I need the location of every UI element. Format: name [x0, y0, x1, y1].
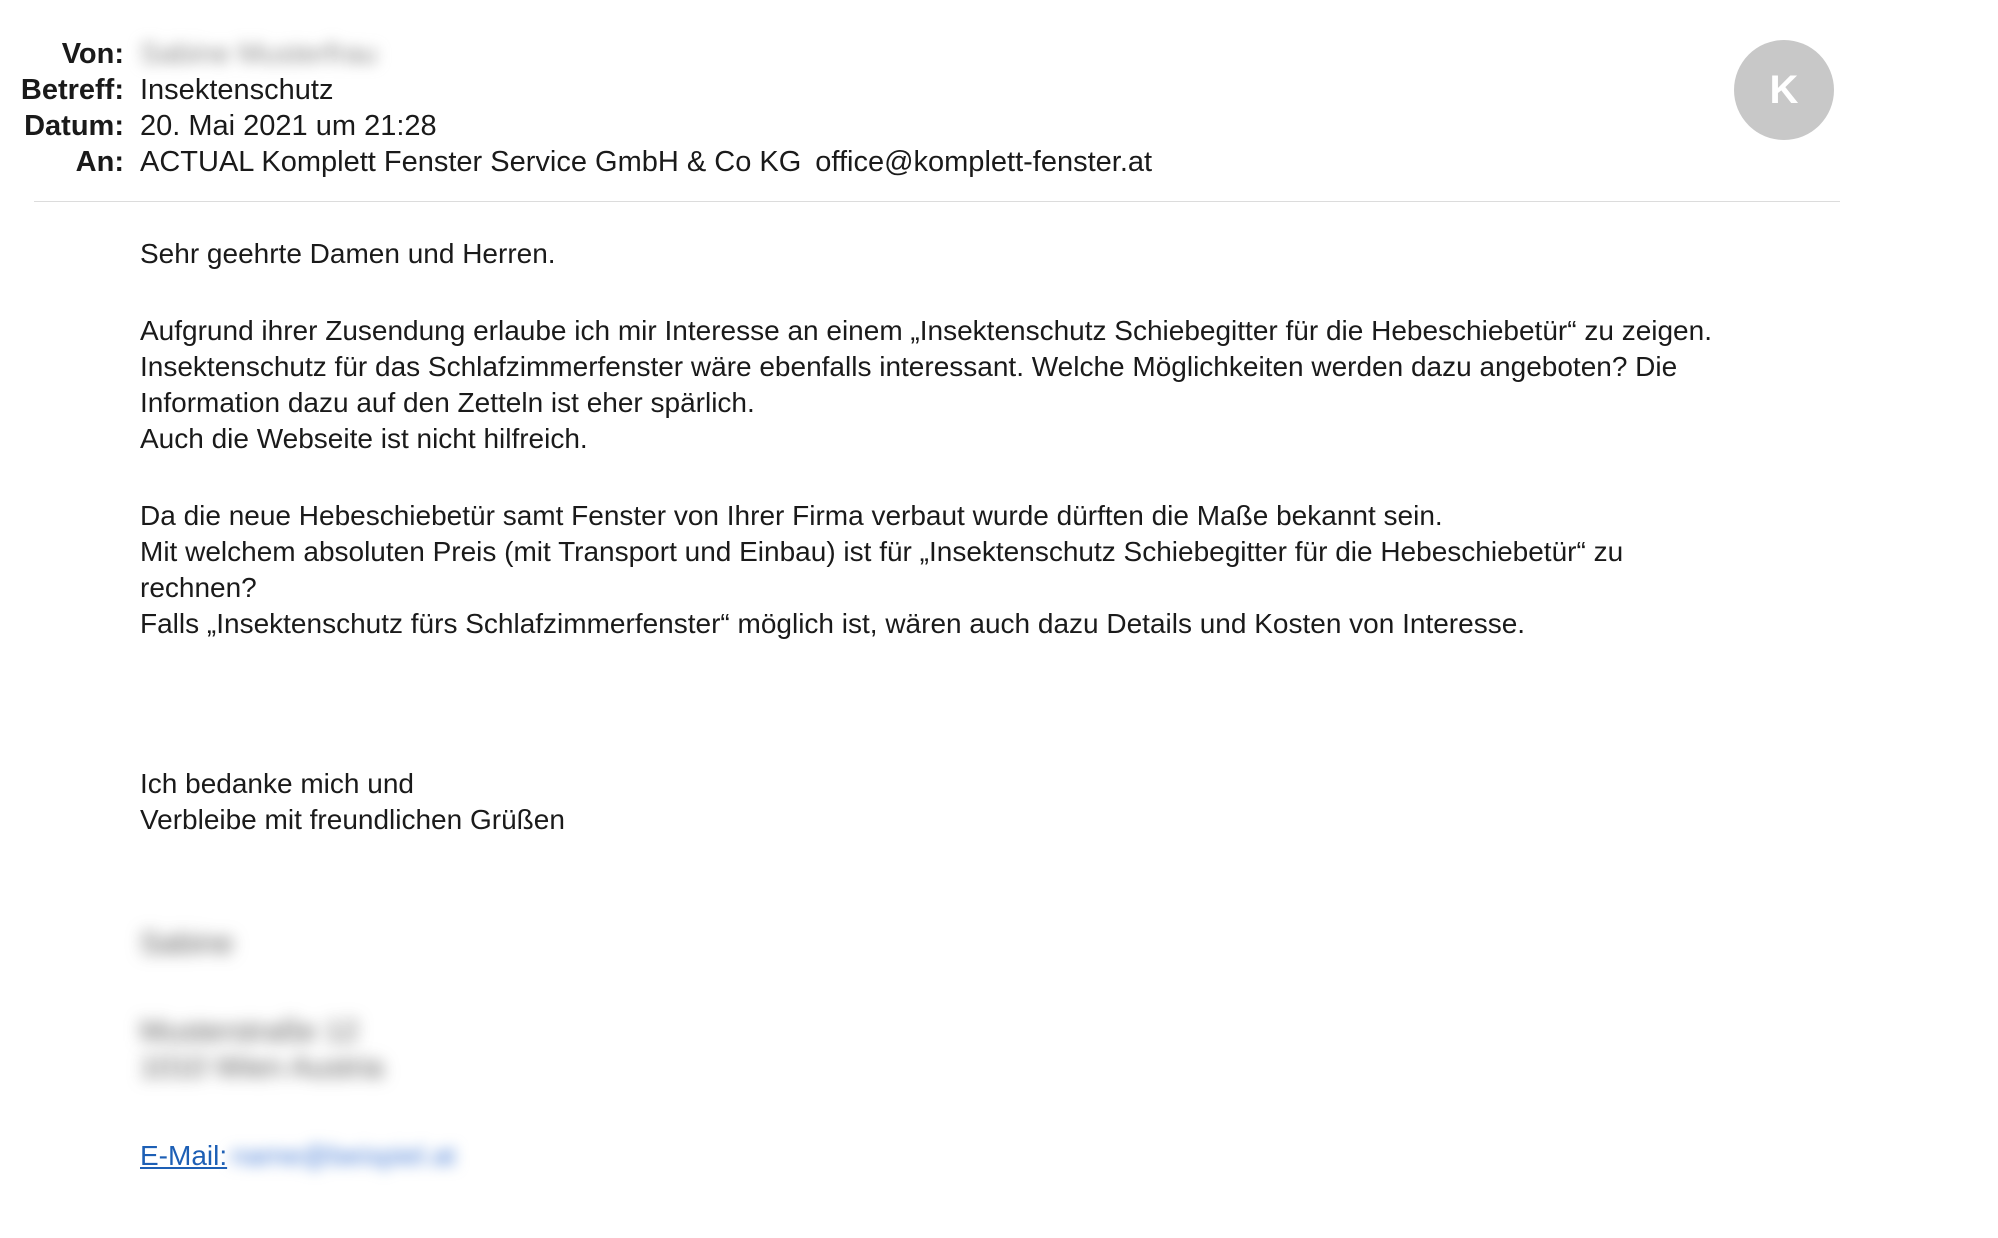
- signature-email-value-redacted[interactable]: name@beispiel.at: [231, 1138, 456, 1174]
- paragraph-2-line-3: rechnen?: [140, 572, 257, 603]
- paragraph-1-line-3: Information dazu auf den Zetteln ist ehe…: [140, 387, 755, 418]
- closing-line-1: Ich bedanke mich und: [140, 768, 414, 799]
- paragraph-1-line-4: Auch die Webseite ist nicht hilfreich.: [140, 423, 588, 454]
- signature-name-redacted: Sabine: [140, 927, 234, 960]
- signature-address-line-2-redacted: 1010 Wien Austria: [140, 1051, 384, 1084]
- paragraph-2-line-1: Da die neue Hebeschiebetür samt Fenster …: [140, 500, 1443, 531]
- paragraph-1-line-2: Insektenschutz für das Schlafzimmerfenst…: [140, 351, 1678, 382]
- to-email[interactable]: office@komplett-fenster.at: [815, 144, 1152, 180]
- from-value-redacted[interactable]: Sabine Musterfrau: [140, 36, 377, 72]
- paragraph-1-line-1: Aufgrund ihrer Zusendung erlaube ich mir…: [140, 315, 1712, 346]
- closing-line-2: Verbleibe mit freundlichen Grüßen: [140, 804, 565, 835]
- signature-address-line-1-redacted: Musterstraße 12: [140, 1015, 359, 1048]
- header-divider: [34, 201, 1840, 202]
- greeting: Sehr geehrte Damen und Herren.: [140, 238, 556, 269]
- date-value: 20. Mai 2021 um 21:28: [140, 110, 437, 142]
- subject-label: Betreff:: [20, 74, 124, 106]
- paragraph-2-line-2: Mit welchem absoluten Preis (mit Transpo…: [140, 536, 1624, 567]
- signature-email-label[interactable]: E-Mail:: [140, 1140, 227, 1171]
- subject-value: Insektenschutz: [140, 74, 334, 106]
- date-row: Datum: 20. Mai 2021 um 21:28: [0, 108, 1840, 144]
- mail-header: Von: Sabine Musterfrau Betreff: Insekten…: [0, 36, 1840, 180]
- signature-email-row: E-Mail: name@beispiel.at: [140, 1138, 1840, 1174]
- to-label: An:: [75, 146, 124, 178]
- to-row: An: ACTUAL Komplett Fenster Service GmbH…: [0, 144, 1840, 180]
- from-row: Von: Sabine Musterfrau: [0, 36, 1840, 72]
- subject-row: Betreff: Insektenschutz: [0, 72, 1840, 108]
- date-label: Datum:: [24, 110, 124, 142]
- paragraph-2-line-4: Falls „Insektenschutz fürs Schlafzimmerf…: [140, 608, 1526, 639]
- to-name[interactable]: ACTUAL Komplett Fenster Service GmbH & C…: [140, 144, 801, 180]
- sender-avatar: K: [1734, 40, 1834, 140]
- signature-email-link[interactable]: E-Mail: name@beispiel.at: [140, 1140, 456, 1171]
- mail-body: Sehr geehrte Damen und Herren. Aufgrund …: [140, 236, 1840, 1174]
- from-label: Von:: [61, 38, 124, 70]
